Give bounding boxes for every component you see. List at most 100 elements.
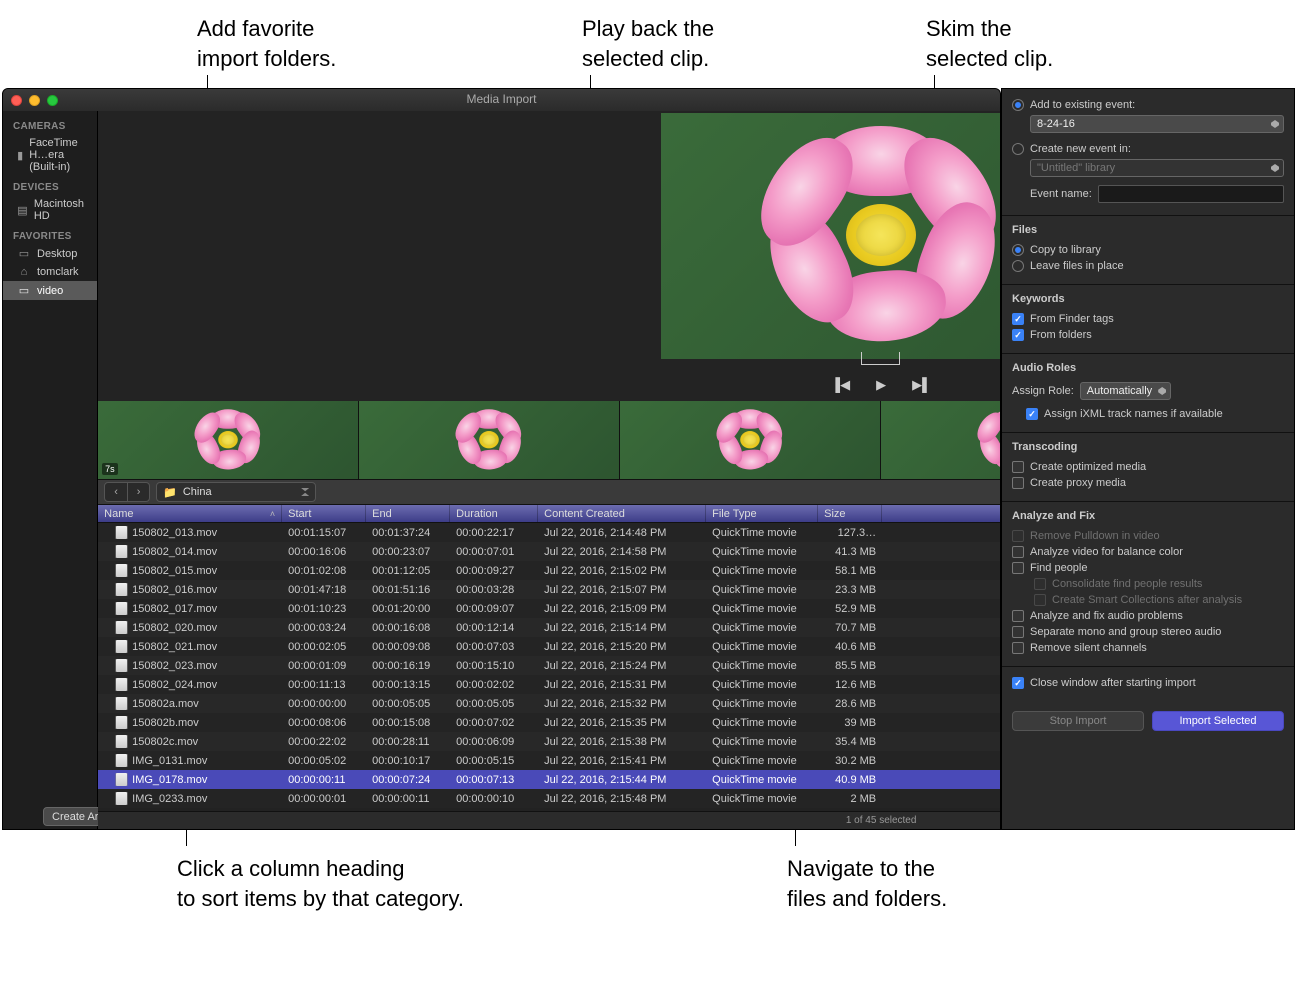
cell-end: 00:00:15:08 (366, 717, 450, 729)
table-row[interactable]: 150802_017.mov00:01:10:2300:01:20:0000:0… (98, 599, 1001, 618)
nav-back-button[interactable]: ‹ (105, 483, 127, 501)
folder-popup[interactable]: 📁 China (156, 482, 316, 502)
desktop-icon: ▭ (17, 247, 31, 260)
sidebar-item[interactable]: ▭video (3, 281, 97, 300)
annotation-favorites: Add favorite import folders. (197, 14, 336, 73)
filmstrip-thumb[interactable] (359, 401, 620, 479)
cell-size: 41.3 MB (818, 546, 882, 558)
analyze-title: Analyze and Fix (1012, 510, 1284, 522)
cell-size: 52.9 MB (818, 603, 882, 615)
keywords-section: Keywords From Finder tags From folders (1002, 285, 1294, 354)
cell-created: Jul 22, 2016, 2:15:48 PM (538, 793, 706, 805)
table-row[interactable]: 150802a.mov00:00:00:0000:00:05:0500:00:0… (98, 694, 1001, 713)
table-row[interactable]: IMG_0178.mov00:00:00:1100:00:07:2400:00:… (98, 770, 1001, 789)
next-clip-button[interactable]: ▶▌ (912, 377, 931, 393)
sidebar-item[interactable]: ⌂tomclark (3, 263, 97, 281)
cell-size: 70.7 MB (818, 622, 882, 634)
event-name-input[interactable] (1098, 185, 1284, 203)
table-row[interactable]: 150802_013.mov00:01:15:0700:01:37:2400:0… (98, 523, 1001, 542)
separate-mono-check[interactable] (1012, 626, 1024, 638)
file-icon (116, 773, 127, 786)
zoom-window-button[interactable] (47, 95, 58, 106)
filmstrip-thumb[interactable]: 7s (98, 401, 359, 479)
balance-color-label: Analyze video for balance color (1030, 546, 1183, 558)
create-new-event-radio[interactable] (1012, 143, 1024, 155)
ixml-check[interactable] (1026, 408, 1038, 420)
sidebar-item[interactable]: ▤Macintosh HD (3, 195, 97, 225)
cell-end: 00:01:12:05 (366, 565, 450, 577)
table-row[interactable]: 150802_024.mov00:00:11:1300:00:13:1500:0… (98, 675, 1001, 694)
cell-created: Jul 22, 2016, 2:15:09 PM (538, 603, 706, 615)
cell-filetype: QuickTime movie (706, 584, 818, 596)
table-row[interactable]: 150802_021.mov00:00:02:0500:00:09:0800:0… (98, 637, 1001, 656)
remove-silent-label: Remove silent channels (1030, 642, 1147, 654)
column-duration[interactable]: Duration (450, 505, 538, 522)
proxy-media-label: Create proxy media (1030, 477, 1126, 489)
copy-to-library-radio[interactable] (1012, 244, 1024, 256)
preview-viewer[interactable] (661, 113, 1001, 359)
balance-color-check[interactable] (1012, 546, 1024, 558)
cell-name: 150802_020.mov (98, 621, 282, 634)
table-row[interactable]: 150802_015.mov00:01:02:0800:01:12:0500:0… (98, 561, 1001, 580)
play-button[interactable]: ▶ (876, 377, 886, 393)
stop-import-button[interactable]: Stop Import (1012, 711, 1144, 731)
table-row[interactable]: 150802_023.mov00:00:01:0900:00:16:1900:0… (98, 656, 1001, 675)
cell-duration: 00:00:07:02 (450, 717, 538, 729)
remove-silent-check[interactable] (1012, 642, 1024, 654)
transcoding-section: Transcoding Create optimized media Creat… (1002, 433, 1294, 502)
sidebar-item[interactable]: ▮FaceTime H…era (Built-in) (3, 134, 97, 176)
table-row[interactable]: IMG_0131.mov00:00:05:0200:00:10:1700:00:… (98, 751, 1001, 770)
keywords-finder-check[interactable] (1012, 313, 1024, 325)
table-row[interactable]: 150802_016.mov00:01:47:1800:01:51:1600:0… (98, 580, 1001, 599)
cell-filetype: QuickTime movie (706, 603, 818, 615)
annotation-skim: Skim the selected clip. (926, 14, 1053, 73)
cell-size: 23.3 MB (818, 584, 882, 596)
preview-area: ▐◀ ▶ ▶▌ (98, 111, 1001, 401)
column-file-type[interactable]: File Type (706, 505, 818, 522)
source-sidebar: CAMERAS▮FaceTime H…era (Built-in)DEVICES… (3, 111, 98, 829)
cell-name: 150802c.mov (98, 735, 282, 748)
preview-image (751, 126, 1001, 346)
smart-collections-label: Create Smart Collections after analysis (1052, 594, 1242, 606)
cell-name: 150802a.mov (98, 697, 282, 710)
leave-in-place-radio[interactable] (1012, 260, 1024, 272)
audio-roles-title: Audio Roles (1012, 362, 1284, 374)
cell-name: 150802_021.mov (98, 640, 282, 653)
optimized-media-check[interactable] (1012, 461, 1024, 473)
column-size[interactable]: Size (818, 505, 882, 522)
close-window-button[interactable] (11, 95, 22, 106)
existing-event-select[interactable]: 8-24-16 (1030, 115, 1284, 133)
find-people-check[interactable] (1012, 562, 1024, 574)
smart-collections-check (1034, 594, 1046, 606)
library-select[interactable]: "Untitled" library (1030, 159, 1284, 177)
column-start[interactable]: Start (282, 505, 366, 522)
nav-forward-button[interactable]: › (127, 483, 149, 501)
folder-icon: ▭ (17, 284, 31, 297)
proxy-media-check[interactable] (1012, 477, 1024, 489)
minimize-window-button[interactable] (29, 95, 40, 106)
table-row[interactable]: IMG_0233.mov00:00:00:0100:00:00:1100:00:… (98, 789, 1001, 808)
column-name[interactable]: Name˄ (98, 505, 282, 522)
file-icon (116, 602, 127, 615)
column-content-created[interactable]: Content Created (538, 505, 706, 522)
column-end[interactable]: End (366, 505, 450, 522)
cell-size: 30.2 MB (818, 755, 882, 767)
sidebar-item[interactable]: ▭Desktop (3, 244, 97, 263)
status-bar: 1 of 45 selected (98, 811, 1001, 829)
table-row[interactable]: 150802_020.mov00:00:03:2400:00:16:0800:0… (98, 618, 1001, 637)
assign-role-select[interactable]: Automatically (1080, 382, 1171, 400)
fix-audio-check[interactable] (1012, 610, 1024, 622)
import-selected-button[interactable]: Import Selected (1152, 711, 1284, 731)
filmstrip-thumb[interactable] (881, 401, 1001, 479)
keywords-folders-check[interactable] (1012, 329, 1024, 341)
table-row[interactable]: 150802c.mov00:00:22:0200:00:28:1100:00:0… (98, 732, 1001, 751)
prev-clip-button[interactable]: ▐◀ (831, 377, 850, 393)
table-row[interactable]: 150802b.mov00:00:08:0600:00:15:0800:00:0… (98, 713, 1001, 732)
cell-name: 150802_023.mov (98, 659, 282, 672)
close-after-import-check[interactable] (1012, 677, 1024, 689)
table-row[interactable]: 150802_014.mov00:00:16:0600:00:23:0700:0… (98, 542, 1001, 561)
filmstrip[interactable]: 7s (98, 401, 1001, 479)
filmstrip-thumb[interactable] (620, 401, 881, 479)
add-to-existing-radio[interactable] (1012, 99, 1024, 111)
leave-in-place-label: Leave files in place (1030, 260, 1124, 272)
